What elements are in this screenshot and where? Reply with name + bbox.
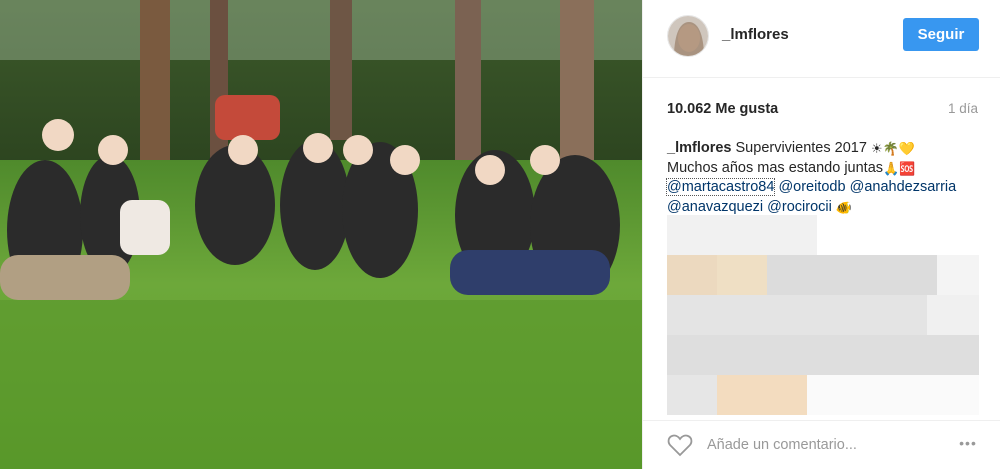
mention-link[interactable]: @anahdezsarria — [850, 179, 957, 195]
avatar[interactable] — [667, 15, 709, 57]
post-caption: _lmflores Supervivientes 2017 ☀🌴💛 Muchos… — [665, 139, 987, 217]
caption-line1-text: Supervivientes 2017 — [735, 140, 867, 156]
instagram-post: _lmflores Seguir 10.062 Me gusta 1 día _… — [0, 0, 1000, 469]
post-timestamp[interactable]: 1 día — [948, 101, 978, 116]
more-options-icon[interactable]: ••• — [953, 435, 983, 455]
caption-line2-text: Muchos años mas estando juntas — [667, 159, 884, 176]
sos-emoji-icon: 🆘 — [899, 160, 916, 176]
mention-link[interactable]: @rocirocii — [767, 199, 832, 215]
post-username[interactable]: _lmflores — [722, 26, 789, 43]
post-sidebar: _lmflores Seguir 10.062 Me gusta 1 día _… — [642, 0, 1000, 469]
mention-link[interactable]: @oreitodb — [778, 179, 845, 195]
avatar-image — [668, 16, 708, 56]
pixelated-comments — [667, 215, 979, 418]
palm-tree-emoji-icon: 🌴 — [882, 141, 899, 156]
post-photo[interactable] — [0, 0, 642, 469]
mention-link[interactable]: @anavazquezi — [667, 199, 763, 215]
post-photo-image — [0, 0, 642, 469]
post-header: _lmflores Seguir — [643, 0, 1000, 78]
heart-icon[interactable] — [667, 433, 693, 457]
comment-bar: ••• — [643, 420, 1000, 469]
caption-username[interactable]: _lmflores — [667, 140, 731, 156]
sun-emoji-icon: ☀ — [870, 141, 883, 156]
praying-hands-emoji-icon: 🙏 — [883, 160, 900, 176]
yellow-heart-emoji-icon: 💛 — [898, 141, 915, 156]
follow-button[interactable]: Seguir — [903, 18, 979, 51]
comment-input[interactable] — [707, 434, 937, 456]
likes-count[interactable]: 10.062 Me gusta — [667, 101, 778, 117]
mention-link[interactable]: @martacastro84 — [665, 178, 776, 196]
